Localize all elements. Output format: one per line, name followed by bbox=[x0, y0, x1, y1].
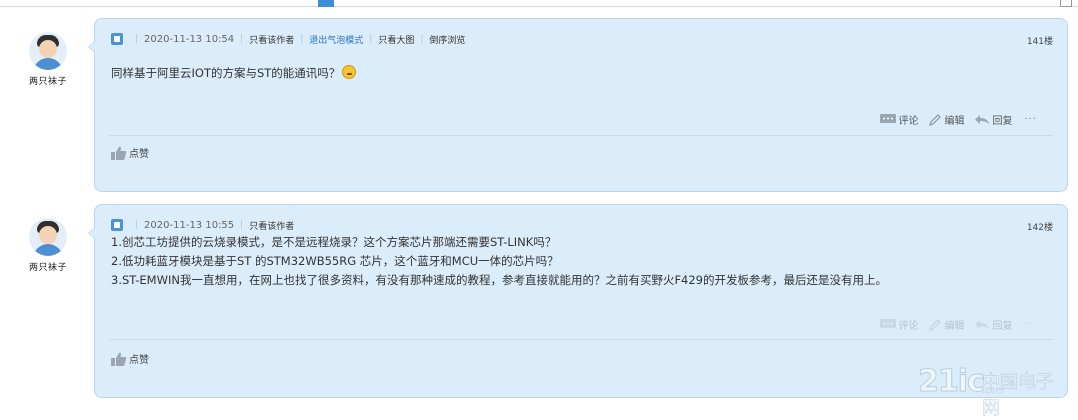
reply-button[interactable]: 回复 bbox=[974, 317, 1012, 332]
post-divider bbox=[109, 135, 1053, 136]
author-block: 两只袜子 bbox=[26, 32, 70, 87]
content-line: 1.创芯工坊提供的云烧录模式，是不是远程烧录？这个方案芯片那端还需要ST-LIN… bbox=[111, 235, 557, 249]
post-meta: | 2020-11-13 10:55 | 只看该作者 bbox=[111, 219, 294, 232]
edit-button[interactable]: 编辑 bbox=[928, 112, 964, 127]
content-line: 同样基于阿里云IOT的方案与ST的能通讯吗？ bbox=[111, 66, 341, 80]
post-content: 1.创芯工坊提供的云烧录模式，是不是远程烧录？这个方案芯片那端还需要ST-LIN… bbox=[111, 233, 887, 290]
thinking-emoji-icon bbox=[342, 65, 357, 79]
like-button[interactable]: 点赞 bbox=[111, 145, 149, 160]
site-watermark-logo: 21ic 中国电子网 .com bbox=[918, 364, 1055, 420]
more-options-button[interactable]: ··· bbox=[1024, 114, 1037, 125]
reply-arrow-icon bbox=[975, 320, 990, 329]
pencil-icon bbox=[929, 113, 942, 126]
thumbs-up-icon bbox=[111, 352, 127, 366]
exit-bubble-mode-link[interactable]: 退出气泡模式 bbox=[309, 33, 363, 46]
top-divider bbox=[0, 6, 1078, 7]
thumbs-up-icon bbox=[111, 146, 127, 160]
author-name[interactable]: 两只袜子 bbox=[26, 74, 70, 87]
avatar[interactable] bbox=[29, 32, 67, 70]
reverse-order-link[interactable]: 倒序浏览 bbox=[429, 33, 465, 46]
post-divider bbox=[109, 339, 1053, 340]
post-author-icon bbox=[111, 219, 123, 231]
post-author-icon bbox=[111, 33, 123, 45]
only-author-link[interactable]: 只看该作者 bbox=[249, 219, 294, 232]
post-actions: 评论 编辑 回复 ··· bbox=[870, 317, 1037, 332]
top-nav-bar bbox=[0, 0, 1078, 8]
comment-icon bbox=[880, 114, 897, 123]
floor-number[interactable]: 141楼 bbox=[1027, 34, 1053, 47]
comment-button[interactable]: 评论 bbox=[880, 317, 918, 332]
post-date: 2020-11-13 10:55 bbox=[144, 219, 235, 231]
like-button[interactable]: 点赞 bbox=[111, 351, 149, 366]
reply-button[interactable]: 回复 bbox=[974, 112, 1012, 127]
corner-icon[interactable] bbox=[1060, 0, 1072, 7]
post-date: 2020-11-13 10:54 bbox=[144, 33, 235, 45]
floor-number[interactable]: 142楼 bbox=[1027, 220, 1053, 233]
post-actions: 评论 编辑 回复 ··· bbox=[870, 112, 1037, 127]
post-content: 同样基于阿里云IOT的方案与ST的能通讯吗？ bbox=[111, 64, 357, 83]
active-tab-indicator[interactable] bbox=[318, 0, 334, 7]
reply-arrow-icon bbox=[975, 115, 990, 124]
avatar[interactable] bbox=[29, 218, 67, 256]
only-large-images-link[interactable]: 只看大图 bbox=[378, 33, 414, 46]
author-block: 两只袜子 bbox=[26, 218, 70, 273]
content-line: 2.低功耗蓝牙模块是基于ST 的STM32WB55RG 芯片，这个蓝牙和MCU一… bbox=[111, 254, 559, 268]
comment-icon bbox=[880, 319, 897, 328]
post-meta: | 2020-11-13 10:54 | 只看该作者 | 退出气泡模式 | 只看… bbox=[111, 33, 465, 46]
author-name[interactable]: 两只袜子 bbox=[26, 260, 70, 273]
comment-button[interactable]: 评论 bbox=[880, 112, 918, 127]
edit-button[interactable]: 编辑 bbox=[928, 317, 964, 332]
only-author-link[interactable]: 只看该作者 bbox=[249, 33, 294, 46]
content-line: 3.ST-EMWIN我一直想用，在网上也找了很多资料，有没有那种速成的教程，参考… bbox=[111, 273, 888, 287]
post-bubble: | 2020-11-13 10:54 | 只看该作者 | 退出气泡模式 | 只看… bbox=[88, 18, 1068, 192]
pencil-icon bbox=[929, 318, 942, 331]
more-options-button[interactable]: ··· bbox=[1024, 319, 1037, 330]
